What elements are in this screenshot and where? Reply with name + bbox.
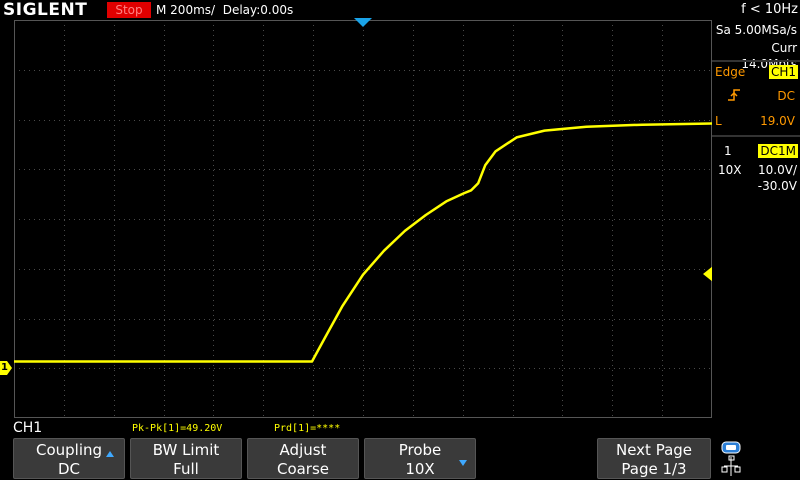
sample-rate: Sa 5.00MSa/s [715,23,797,37]
trigger-level: 19.0V [760,114,795,128]
brand-logo: SIGLENT [3,0,88,20]
timebase-readout[interactable]: M 200ms/ Delay:0.00s [156,2,293,18]
usb-icon [721,455,741,476]
arrow-up-icon [106,451,114,457]
top-status-bar: SIGLENT Stop M 200ms/ Delay:0.00s f < 10… [0,0,800,20]
next-page-softkey[interactable]: Next Page Page 1/3 [597,438,711,479]
info-panel: Sa 5.00MSa/s Curr 14.0Mpts Edge CH1 DC L… [712,20,800,418]
trigger-source[interactable]: CH1 [768,65,798,79]
trigger-position-marker-icon[interactable] [354,18,372,28]
coupling-softkey[interactable]: Coupling DC [13,438,125,479]
active-channel-label: CH1 [13,420,43,436]
trigger-frequency: f < 10Hz [741,2,798,17]
waveform-grid [14,20,712,418]
probe-softkey[interactable]: Probe 10X [364,438,476,479]
softkey-menu: Coupling DC BW Limit Full Adjust Coarse … [0,438,800,480]
waveform-display[interactable] [14,20,712,418]
measurement-bar: CH1 Pk-Pk[1]=49.20V Prd[1]=**** [0,418,800,438]
bw-limit-softkey[interactable]: BW Limit Full [130,438,242,479]
adjust-softkey[interactable]: Adjust Coarse [247,438,359,479]
trigger-coupling: DC [777,89,795,103]
delay-readout: Delay:0.00s [222,3,294,17]
arrow-down-icon [459,460,467,466]
channel-input[interactable]: DC1M [758,144,798,158]
graticule-background [14,20,712,418]
measure-period: Prd[1]=**** [274,423,341,434]
channel-scale: 10.0V/ [758,163,797,177]
channel-number: 1 [724,144,732,158]
measure-pk-pk: Pk-Pk[1]=49.20V [132,423,223,434]
channel-marker-icon[interactable]: 1 [0,361,12,375]
run-stop-badge[interactable]: Stop [107,2,151,18]
channel-offset: -30.0V [757,179,797,193]
network-icon[interactable] [720,440,744,478]
